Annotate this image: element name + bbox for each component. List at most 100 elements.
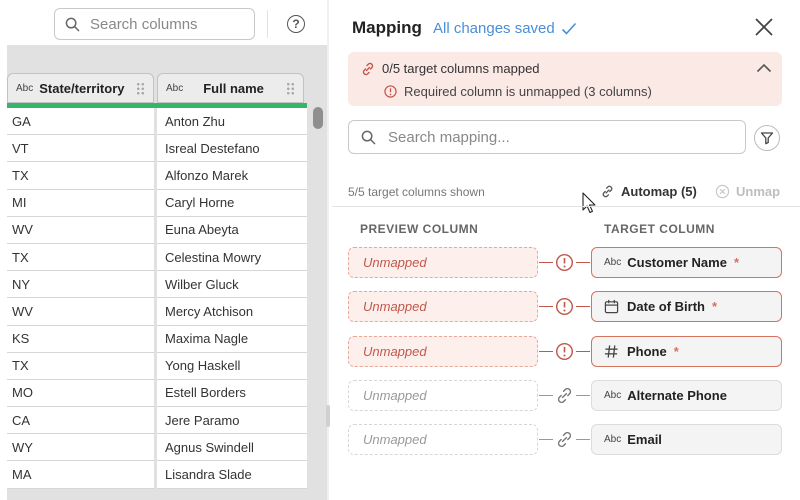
table-row[interactable]: WV Mercy Atchison: [7, 298, 307, 326]
mapping-row: Unmapped Phone *: [348, 336, 782, 367]
cell-state[interactable]: TX: [7, 352, 154, 380]
table-row[interactable]: GA Anton Zhu: [7, 108, 307, 136]
cell-full-name[interactable]: Estell Borders: [157, 379, 307, 408]
target-column-chip[interactable]: Abc Customer Name *: [591, 247, 782, 278]
connector-line: [539, 351, 553, 352]
drag-handle-icon[interactable]: [136, 82, 145, 95]
column-search-box[interactable]: [54, 8, 255, 40]
search-icon: [65, 17, 80, 31]
preview-column-header: PREVIEW COLUMN: [360, 222, 479, 236]
table-row[interactable]: WY Agnus Swindell: [7, 434, 307, 462]
link-icon: [555, 430, 574, 449]
automap-button[interactable]: Automap (5): [600, 184, 697, 199]
scrollbar-thumb[interactable]: [313, 107, 323, 129]
text-type-icon: Abc: [16, 82, 34, 94]
column-search-input[interactable]: [90, 15, 240, 33]
close-icon[interactable]: [753, 16, 775, 38]
table-row[interactable]: MI Caryl Horne: [7, 189, 307, 217]
link-icon: [602, 185, 613, 198]
target-column-chip[interactable]: Phone *: [591, 336, 782, 367]
preview-column-dropdown[interactable]: Unmapped: [348, 291, 538, 322]
cell-state[interactable]: VT: [7, 135, 154, 163]
target-column-chip[interactable]: Date of Birth *: [591, 291, 782, 322]
preview-column-dropdown[interactable]: Unmapped: [348, 336, 538, 367]
required-marker: *: [733, 255, 739, 270]
cell-state[interactable]: MO: [7, 379, 154, 408]
cell-state[interactable]: MI: [7, 189, 154, 217]
mapping-panel: Mapping All changes saved 0/5 target col…: [332, 0, 800, 500]
filter-button[interactable]: [754, 125, 780, 151]
calendar-icon: [604, 299, 619, 314]
table-row[interactable]: KS Maxima Nagle: [7, 325, 307, 353]
cell-state[interactable]: MA: [7, 461, 154, 489]
cell-full-name[interactable]: Anton Zhu: [157, 108, 307, 136]
warning-circle-icon: [555, 342, 574, 361]
cell-full-name[interactable]: Caryl Horne: [157, 189, 307, 217]
table-row[interactable]: VT Isreal Destefano: [7, 135, 307, 163]
connector-line: [576, 306, 590, 307]
checkmark-icon: [561, 22, 576, 35]
cell-full-name[interactable]: Jere Paramo: [157, 407, 307, 435]
cell-full-name[interactable]: Maxima Nagle: [157, 325, 307, 353]
abc-text-icon: Abc: [604, 390, 622, 401]
mapping-alert: 0/5 target columns mapped Required colum…: [348, 52, 782, 106]
cell-full-name[interactable]: Yong Haskell: [157, 352, 307, 380]
cell-state[interactable]: WV: [7, 216, 154, 244]
cell-full-name[interactable]: Wilber Gluck: [157, 271, 307, 299]
save-status-text: All changes saved: [433, 20, 555, 37]
connector-line: [539, 439, 553, 440]
target-column-chip[interactable]: Abc Email: [591, 424, 782, 455]
table-row[interactable]: MA Lisandra Slade: [7, 461, 307, 489]
column-header-full-name[interactable]: Abc Full name: [157, 73, 304, 103]
table-row[interactable]: CA Jere Paramo: [7, 407, 307, 435]
column-header-label: Full name: [203, 80, 264, 96]
column-header-state[interactable]: Abc State/territory: [7, 73, 154, 103]
table-row[interactable]: NY Wilber Gluck: [7, 271, 307, 299]
cell-full-name[interactable]: Lisandra Slade: [157, 461, 307, 489]
connector-line: [539, 306, 553, 307]
target-column-chip[interactable]: Abc Alternate Phone: [591, 380, 782, 411]
connector-line: [576, 395, 590, 396]
preview-column-dropdown[interactable]: Unmapped: [348, 247, 538, 278]
cell-full-name[interactable]: Celestina Mowry: [157, 243, 307, 272]
data-preview-pane: ? Abc State/territory Abc Full name GAAn…: [0, 0, 327, 500]
cell-state[interactable]: WV: [7, 298, 154, 326]
cell-full-name[interactable]: Agnus Swindell: [157, 434, 307, 462]
cell-state[interactable]: CA: [7, 407, 154, 435]
cell-state[interactable]: WY: [7, 434, 154, 462]
mapping-search-box[interactable]: [348, 120, 746, 154]
mapping-search-input[interactable]: [388, 128, 708, 146]
cell-state[interactable]: TX: [7, 243, 154, 272]
cell-state[interactable]: TX: [7, 162, 154, 190]
cell-full-name[interactable]: Euna Abeyta: [157, 216, 307, 244]
target-column-label: Phone: [627, 344, 667, 359]
splitter-handle[interactable]: [326, 405, 330, 427]
cell-full-name[interactable]: Alfonzo Marek: [157, 162, 307, 190]
alert-summary: 0/5 target columns mapped: [382, 61, 540, 76]
preview-column-dropdown[interactable]: Unmapped: [348, 424, 538, 455]
data-grid: Abc State/territory Abc Full name GA Anto…: [7, 45, 327, 500]
table-row[interactable]: TX Yong Haskell: [7, 352, 307, 380]
hash-icon: [604, 344, 619, 359]
cell-full-name[interactable]: Mercy Atchison: [157, 298, 307, 326]
connector-line: [539, 262, 553, 263]
preview-column-dropdown[interactable]: Unmapped: [348, 380, 538, 411]
cell-state[interactable]: KS: [7, 325, 154, 353]
text-type-icon: Abc: [166, 82, 184, 94]
close-circle-icon: [715, 184, 730, 199]
mapping-row: Unmapped Date of Birth *: [348, 291, 782, 322]
help-icon[interactable]: ?: [287, 15, 305, 33]
automap-label: Automap (5): [621, 184, 697, 199]
table-row[interactable]: TX Alfonzo Marek: [7, 162, 307, 190]
table-row[interactable]: WV Euna Abeyta: [7, 216, 307, 244]
cell-state[interactable]: NY: [7, 271, 154, 299]
target-column-label: Alternate Phone: [627, 388, 727, 403]
cell-state[interactable]: GA: [7, 108, 154, 136]
mouse-cursor-icon: [582, 192, 596, 214]
cell-full-name[interactable]: Isreal Destefano: [157, 135, 307, 163]
table-row[interactable]: MO Estell Borders: [7, 379, 307, 408]
chevron-up-icon[interactable]: [756, 62, 772, 74]
unmap-button[interactable]: Unmap: [715, 184, 780, 199]
drag-handle-icon[interactable]: [286, 82, 295, 95]
table-row[interactable]: TX Celestina Mowry: [7, 243, 307, 272]
